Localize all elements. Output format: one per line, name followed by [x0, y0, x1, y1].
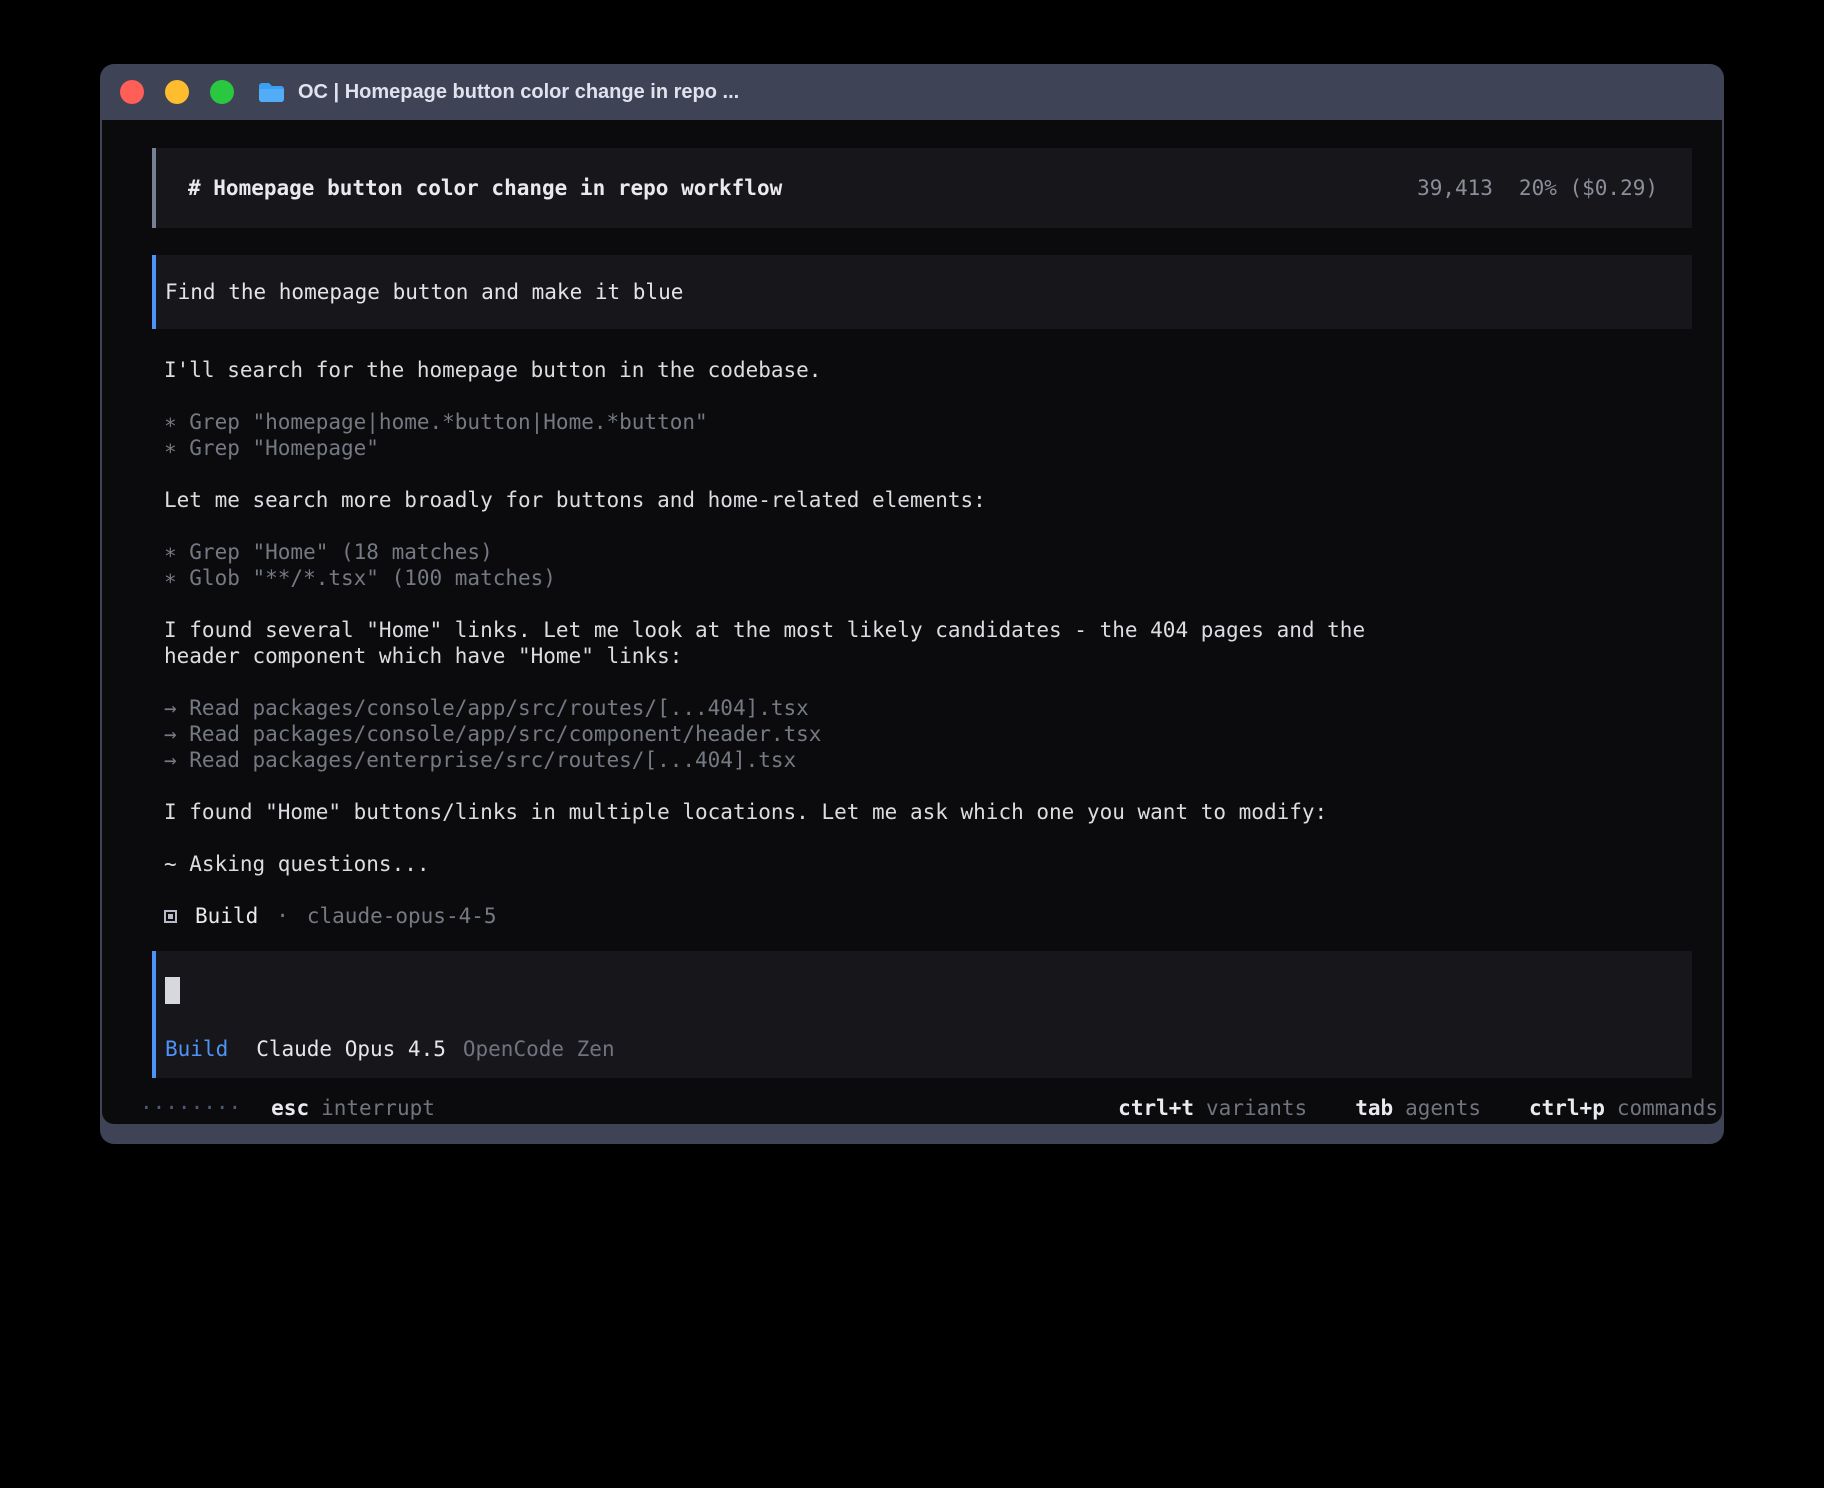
- context-usage: 20% ($0.29): [1519, 175, 1658, 201]
- user-message-text: Find the homepage button and make it blu…: [165, 280, 683, 304]
- hint-key: esc: [271, 1095, 309, 1121]
- zoom-button[interactable]: [210, 80, 234, 104]
- tool-call-line: ∗ Grep "homepage|home.*button|Home.*butt…: [164, 409, 1692, 435]
- hint-label: interrupt: [321, 1095, 435, 1121]
- spinner-dots: ········: [140, 1095, 241, 1121]
- terminal-window: OC | Homepage button color change in rep…: [100, 64, 1724, 1144]
- model-label[interactable]: Claude Opus 4.5: [256, 1036, 446, 1062]
- hint-label: agents: [1405, 1095, 1481, 1121]
- agent-mode-label[interactable]: Build: [165, 1036, 228, 1062]
- tool-call-line: → Read packages/console/app/src/routes/[…: [164, 695, 1692, 721]
- window-title: OC | Homepage button color change in rep…: [298, 81, 739, 104]
- user-message: Find the homepage button and make it blu…: [152, 255, 1692, 329]
- agent-status-row: Build · claude-opus-4-5: [164, 903, 1692, 929]
- token-count: 39,413: [1417, 175, 1493, 201]
- hint-label: commands: [1617, 1095, 1718, 1121]
- session-header: # Homepage button color change in repo w…: [152, 148, 1692, 228]
- provider-label: OpenCode Zen: [463, 1036, 615, 1062]
- hint-key: ctrl+t: [1118, 1095, 1194, 1121]
- close-button[interactable]: [120, 80, 144, 104]
- tool-call-line: → Read packages/console/app/src/componen…: [164, 721, 1692, 747]
- folder-icon: [258, 81, 285, 103]
- agent-model: claude-opus-4-5: [307, 903, 497, 929]
- tool-call-line: ∗ Glob "**/*.tsx" (100 matches): [164, 565, 1692, 591]
- status-text-line: ~ Asking questions...: [164, 851, 1404, 877]
- hint-key: ctrl+p: [1529, 1095, 1605, 1121]
- session-meta: 39,413 20% ($0.29): [1417, 175, 1658, 201]
- hint-variants: ctrl+t variants: [1118, 1095, 1307, 1121]
- session-title: # Homepage button color change in repo w…: [188, 175, 782, 201]
- input-meta: Build Claude Opus 4.5 OpenCode Zen: [165, 1036, 1662, 1062]
- hint-commands: ctrl+p commands: [1529, 1095, 1718, 1121]
- assistant-text-line: I found several "Home" links. Let me loo…: [164, 617, 1404, 669]
- prompt-input[interactable]: Build Claude Opus 4.5 OpenCode Zen: [152, 951, 1692, 1078]
- assistant-text-line: Let me search more broadly for buttons a…: [164, 487, 1404, 513]
- titlebar[interactable]: OC | Homepage button color change in rep…: [100, 64, 1724, 120]
- statusbar: ········ esc interrupt ctrl+t variants t…: [140, 1095, 1718, 1121]
- assistant-text-line: I'll search for the homepage button in t…: [164, 357, 1404, 383]
- terminal-content: # Homepage button color change in repo w…: [102, 120, 1722, 1124]
- agent-separator: ·: [276, 903, 289, 929]
- agent-name: Build: [195, 903, 258, 929]
- hint-agents: tab agents: [1355, 1095, 1481, 1121]
- agent-icon: [164, 910, 177, 923]
- minimize-button[interactable]: [165, 80, 189, 104]
- text-cursor: [165, 977, 180, 1004]
- hint-interrupt: esc interrupt: [271, 1095, 435, 1121]
- tool-call-line: ∗ Grep "Home" (18 matches): [164, 539, 1692, 565]
- traffic-lights: [120, 80, 234, 104]
- transcript: I'll search for the homepage button in t…: [152, 357, 1692, 929]
- tool-call-line: → Read packages/enterprise/src/routes/[.…: [164, 747, 1692, 773]
- tool-call-line: ∗ Grep "Homepage": [164, 435, 1692, 461]
- hint-key: tab: [1355, 1095, 1393, 1121]
- assistant-text-line: I found "Home" buttons/links in multiple…: [164, 799, 1404, 825]
- hint-label: variants: [1206, 1095, 1307, 1121]
